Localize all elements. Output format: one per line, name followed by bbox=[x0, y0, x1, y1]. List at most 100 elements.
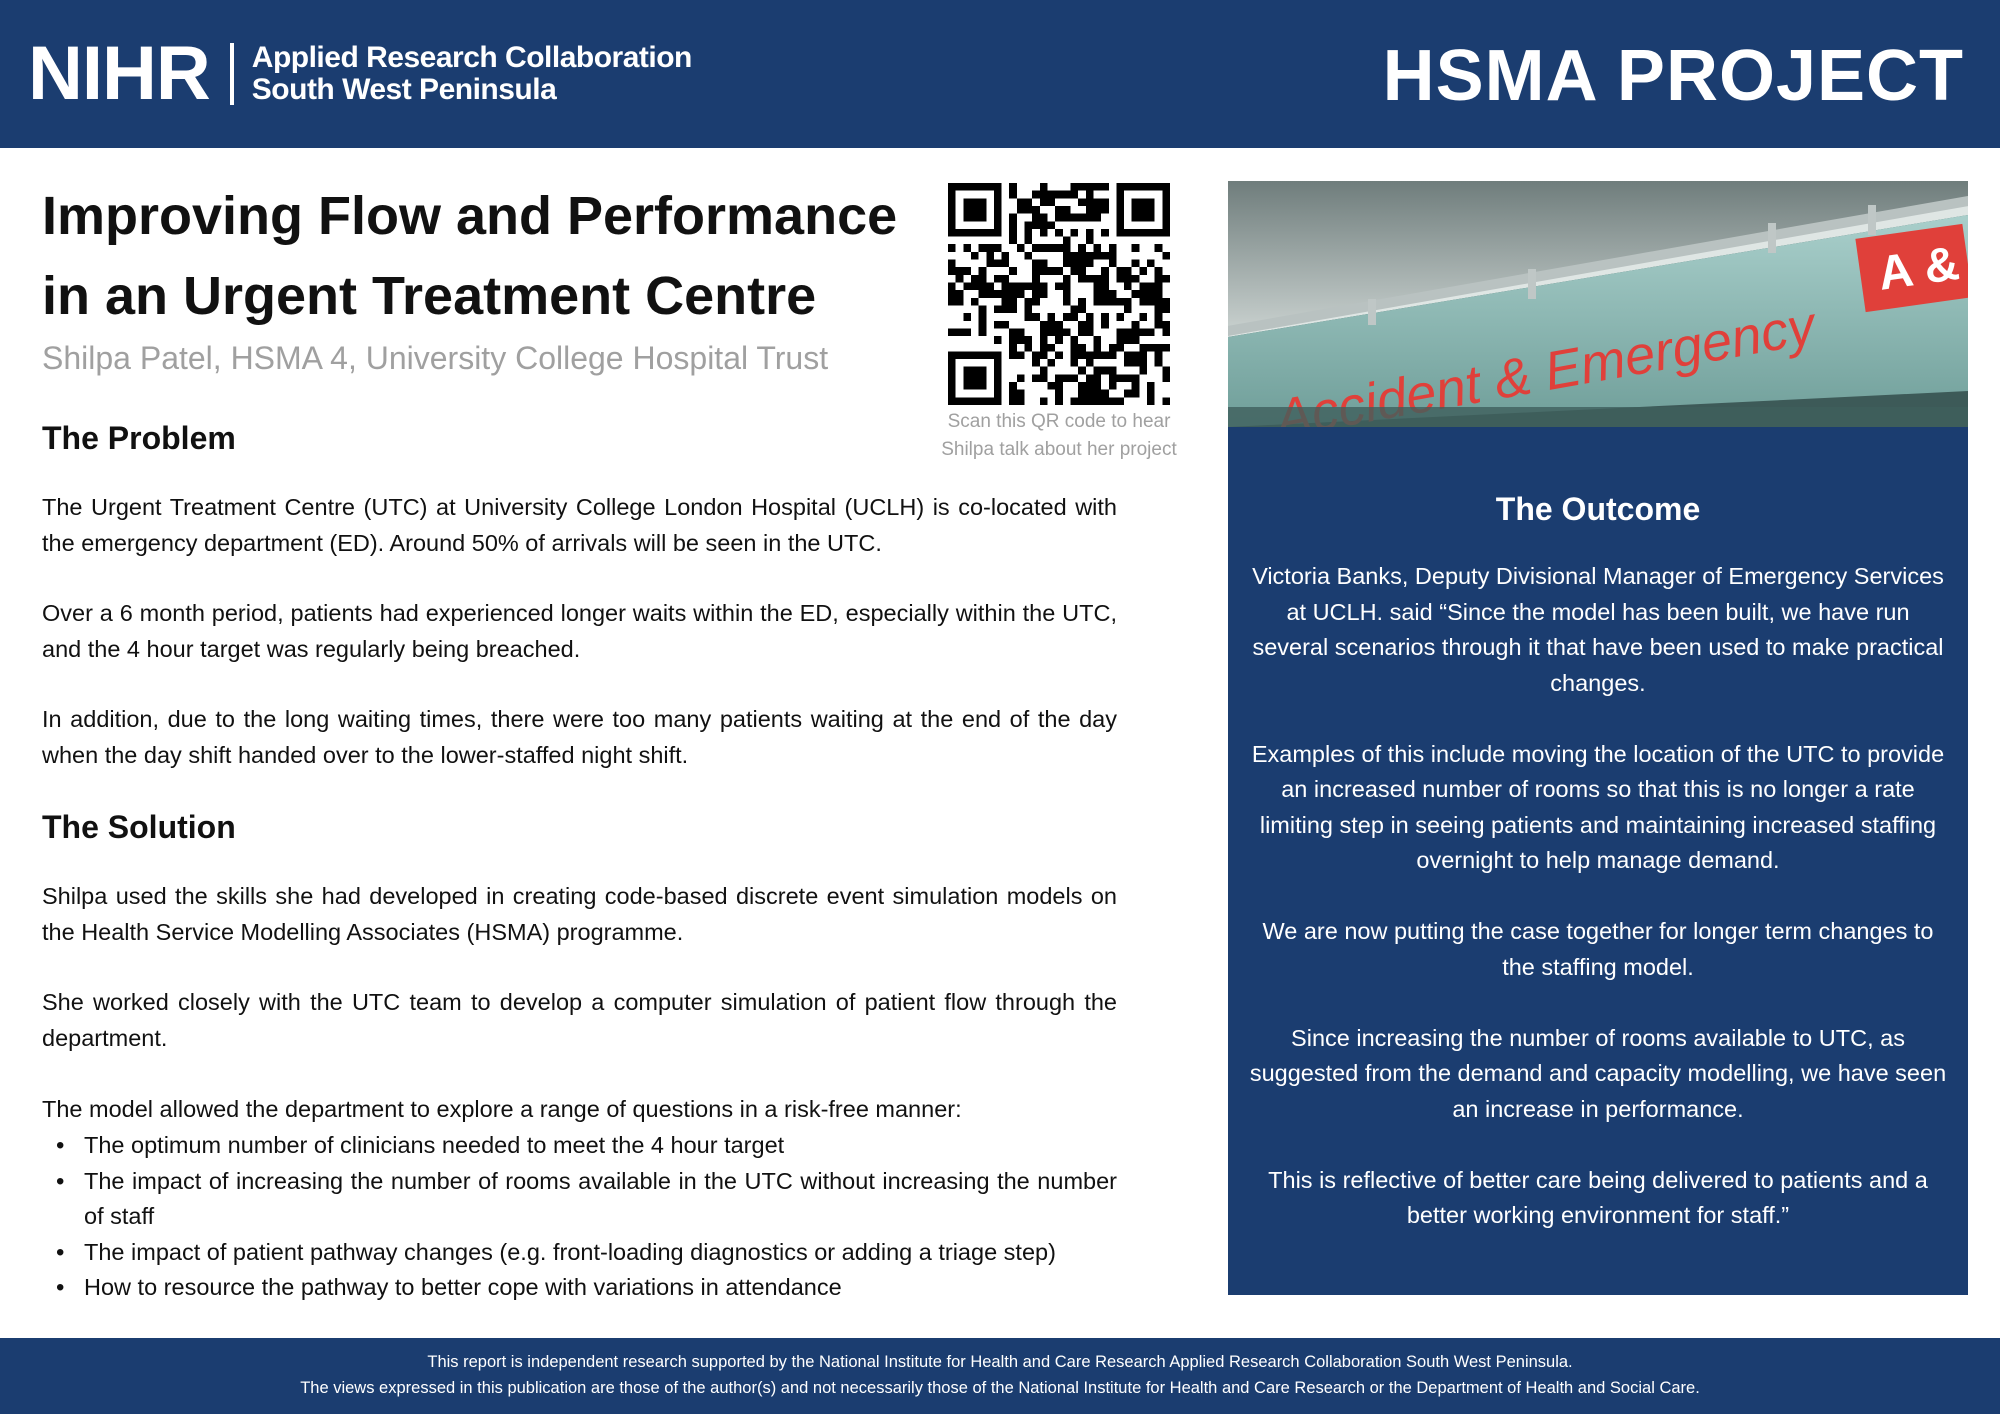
qr-module bbox=[978, 328, 987, 337]
qr-module bbox=[993, 290, 1002, 298]
qr-module bbox=[1009, 305, 1017, 314]
qr-module bbox=[986, 397, 994, 405]
qr-module bbox=[1108, 343, 1117, 352]
qr-module bbox=[955, 397, 964, 405]
qr-module bbox=[963, 374, 971, 383]
qr-module bbox=[1039, 282, 1048, 291]
hsma-project-badge: HSMA PROJECT bbox=[1382, 36, 1964, 116]
qr-module bbox=[1078, 305, 1086, 314]
qr-module bbox=[1032, 290, 1040, 298]
qr-module bbox=[963, 213, 971, 222]
qr-module bbox=[1070, 313, 1079, 321]
qr-module bbox=[1062, 374, 1071, 383]
qr-module bbox=[1131, 259, 1140, 268]
qr-module bbox=[1101, 297, 1109, 306]
qr-module bbox=[970, 228, 979, 237]
qr-module bbox=[1154, 244, 1163, 252]
qr-module bbox=[1124, 267, 1132, 275]
qr-module bbox=[1047, 190, 1056, 199]
qr-module bbox=[1101, 205, 1109, 214]
qr-module bbox=[1093, 183, 1102, 191]
qr-module bbox=[1078, 183, 1086, 191]
qr-module bbox=[1124, 183, 1132, 191]
qr-module bbox=[1055, 389, 1063, 398]
qr-module bbox=[1078, 297, 1086, 306]
qr-module bbox=[1085, 382, 1094, 390]
qr-module bbox=[1039, 213, 1048, 222]
qr-module bbox=[1101, 351, 1109, 360]
qr-module bbox=[1070, 183, 1079, 191]
qr-module bbox=[1131, 382, 1140, 390]
qr-module bbox=[1016, 328, 1025, 337]
qr-module bbox=[1147, 282, 1155, 291]
qr-module bbox=[1116, 267, 1125, 275]
qr-module bbox=[1078, 328, 1086, 337]
qr-module bbox=[978, 290, 987, 298]
qr-module bbox=[1070, 343, 1079, 352]
qr-module bbox=[1055, 282, 1063, 291]
qr-module bbox=[1154, 267, 1163, 275]
qr-module bbox=[1062, 213, 1071, 222]
list-item: The optimum number of clinicians needed … bbox=[42, 1128, 1117, 1164]
qr-module bbox=[1001, 297, 1010, 306]
qr-module bbox=[1154, 351, 1163, 360]
qr-module bbox=[1124, 297, 1132, 306]
author-byline: Shilpa Patel, HSMA 4, University College… bbox=[42, 340, 829, 376]
qr-module bbox=[1032, 205, 1040, 214]
qr-module bbox=[1062, 274, 1071, 283]
qr-module bbox=[1139, 351, 1148, 360]
qr-module bbox=[1085, 251, 1094, 260]
qr-module bbox=[1055, 336, 1063, 344]
qr-module bbox=[1139, 359, 1148, 367]
qr-module bbox=[963, 397, 971, 405]
qr-module bbox=[948, 290, 956, 298]
qr-module bbox=[1131, 213, 1140, 222]
solution-bullet-list: The optimum number of clinicians needed … bbox=[42, 1128, 1117, 1306]
logo-mark: NIHR bbox=[28, 31, 211, 116]
logo-org-line1: Applied Research Collaboration bbox=[251, 41, 693, 74]
qr-module bbox=[1032, 213, 1040, 222]
qr-module bbox=[1139, 205, 1148, 214]
qr-module bbox=[1070, 397, 1079, 405]
qr-module bbox=[1131, 351, 1140, 360]
qr-module bbox=[1047, 359, 1056, 367]
qr-module bbox=[1078, 274, 1086, 283]
qr-module bbox=[1147, 343, 1155, 352]
qr-module bbox=[993, 259, 1002, 268]
qr-module bbox=[1124, 359, 1132, 367]
qr-module bbox=[1078, 397, 1086, 405]
solution-paragraph-2: She worked closely with the UTC team to … bbox=[42, 989, 1117, 1051]
qr-module bbox=[1001, 282, 1010, 291]
qr-module bbox=[1131, 359, 1140, 367]
qr-module bbox=[1139, 282, 1148, 291]
qr-module bbox=[1085, 236, 1094, 245]
qr-module bbox=[1147, 328, 1155, 337]
qr-module bbox=[1016, 282, 1025, 291]
qr-module bbox=[1124, 351, 1132, 360]
qr-code[interactable] bbox=[948, 183, 1170, 405]
qr-module bbox=[955, 351, 964, 360]
qr-module bbox=[1039, 320, 1048, 329]
qr-module bbox=[978, 183, 987, 191]
qr-module bbox=[1032, 374, 1040, 383]
qr-module bbox=[993, 228, 1002, 237]
qr-module bbox=[1093, 251, 1102, 260]
qr-module bbox=[1062, 297, 1071, 306]
qr-module bbox=[1016, 290, 1025, 298]
qr-module bbox=[993, 389, 1002, 398]
qr-module bbox=[1009, 282, 1017, 291]
qr-module bbox=[1085, 313, 1094, 321]
qr-module bbox=[1108, 259, 1117, 268]
qr-module bbox=[963, 382, 971, 390]
qr-module bbox=[1101, 251, 1109, 260]
qr-module bbox=[1116, 313, 1125, 321]
qr-module bbox=[1055, 205, 1063, 214]
problem-paragraph-1: The Urgent Treatment Centre (UTC) at Uni… bbox=[42, 494, 1117, 556]
qr-module bbox=[1039, 183, 1048, 191]
qr-module bbox=[948, 328, 956, 337]
qr-module bbox=[1032, 351, 1040, 360]
qr-module bbox=[1093, 389, 1102, 398]
qr-module bbox=[1070, 228, 1079, 237]
qr-module bbox=[1131, 183, 1140, 191]
qr-module bbox=[1085, 397, 1094, 405]
